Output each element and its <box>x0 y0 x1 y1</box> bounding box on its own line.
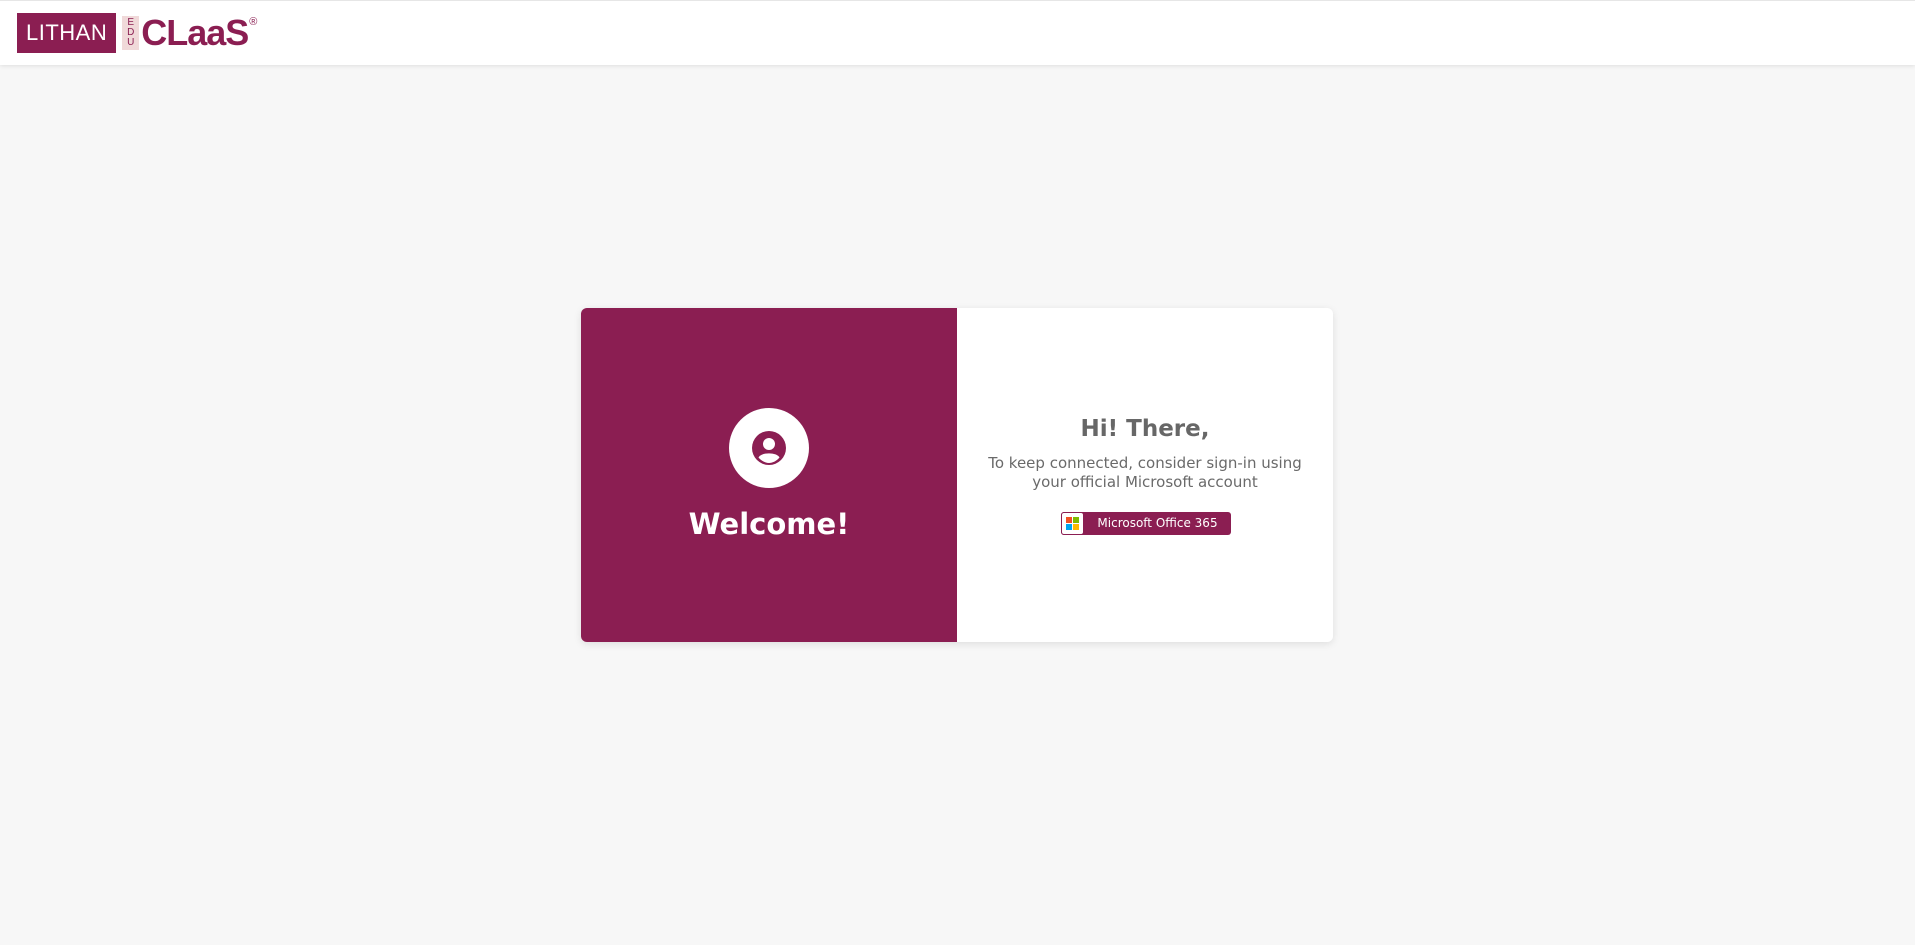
welcome-heading: Welcome! <box>688 507 850 541</box>
user-circle-icon-graphic <box>752 431 786 465</box>
welcome-panel: Welcome! <box>581 308 957 642</box>
logo-registered-mark: ® <box>249 16 258 28</box>
logo-edu-letter: U <box>127 37 135 48</box>
login-card: Welcome! Hi! There, To keep connected, c… <box>581 308 1333 642</box>
microsoft-logo-icon <box>1061 512 1084 535</box>
logo-edu-text: E D U <box>122 16 140 50</box>
signin-instructions: To keep connected, consider sign-in usin… <box>988 454 1302 491</box>
user-circle-icon <box>729 408 809 488</box>
microsoft-office-365-signin-button[interactable]: Microsoft Office 365 <box>1061 512 1231 535</box>
greeting-heading: Hi! There, <box>1080 416 1210 442</box>
logo-lithan-text: LITHAN <box>17 13 117 53</box>
signin-panel: Hi! There, To keep connected, consider s… <box>957 308 1333 642</box>
lithan-eduClaas-logo[interactable]: LITHAN E D U CLaaS ® <box>17 13 257 53</box>
signin-button-label: Microsoft Office 365 <box>1097 516 1218 530</box>
microsoft-logo-icon-graphic <box>1066 517 1079 530</box>
top-header: LITHAN E D U CLaaS ® <box>0 0 1915 65</box>
logo-claas-text: CLaaS <box>141 12 249 53</box>
